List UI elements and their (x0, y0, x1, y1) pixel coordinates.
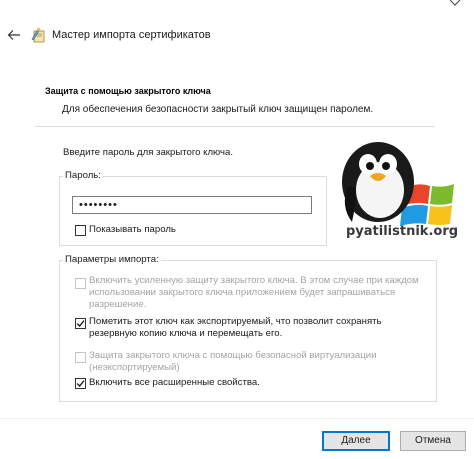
footer-divider (0, 418, 474, 419)
show-password-label[interactable]: Показывать пароль (89, 224, 176, 235)
virtualization-protection-checkbox (75, 352, 86, 363)
show-password-checkbox[interactable] (75, 225, 86, 236)
page-subtitle: Для обеспечения безопасности закрытый кл… (62, 104, 374, 115)
page-title: Защита с помощью закрытого ключа (45, 86, 211, 96)
import-options-label: Параметры импорта: (63, 254, 161, 265)
include-extended-properties-label[interactable]: Включить все расширенные свойства. (89, 377, 429, 389)
next-button[interactable]: Далее (322, 431, 390, 451)
cancel-button[interactable]: Отмена (400, 431, 466, 451)
password-prompt: Введите пароль для закрытого ключа. (63, 147, 234, 158)
close-icon[interactable] (445, 0, 465, 16)
password-input[interactable]: •••••••• (72, 196, 312, 214)
mark-exportable-label[interactable]: Пометить этот ключ как экспортируемый, ч… (89, 316, 429, 340)
include-extended-properties-checkbox[interactable] (75, 378, 86, 389)
mark-exportable-checkbox[interactable] (75, 318, 86, 329)
strong-protection-checkbox (75, 278, 86, 289)
window-title: Мастер импорта сертификатов (52, 29, 211, 41)
password-label: Пароль: (63, 170, 103, 181)
strong-protection-label: Включить усиленную защиту закрытого ключ… (89, 275, 419, 310)
virtualization-protection-label: Защита закрытого ключа с помощью безопас… (89, 350, 377, 373)
certificate-wizard-icon (30, 26, 48, 44)
watermark-text: pyatilistnik.org (346, 224, 459, 239)
back-arrow-icon[interactable] (6, 27, 22, 43)
